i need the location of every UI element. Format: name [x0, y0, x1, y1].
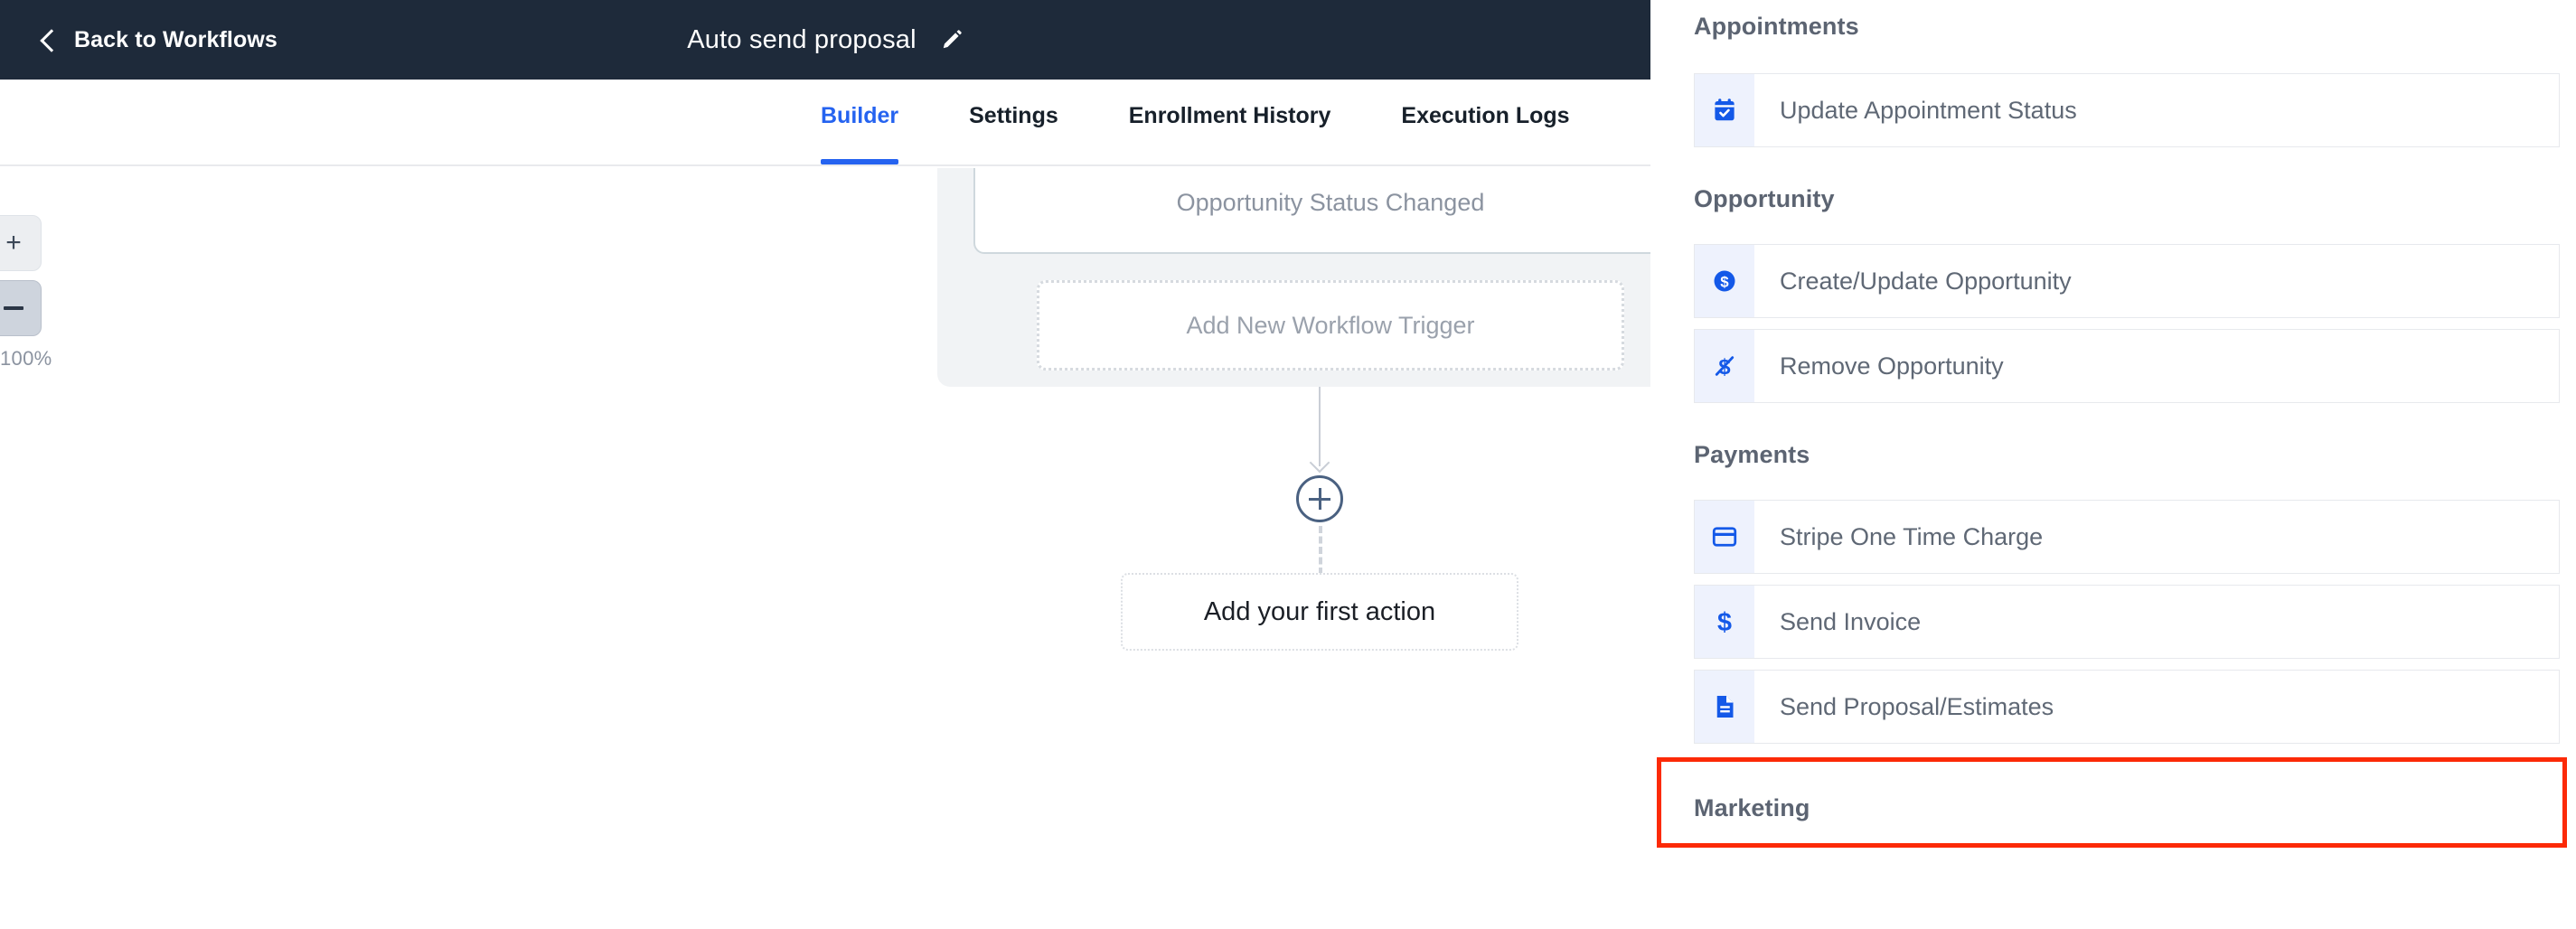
- document-lines-icon: [1695, 671, 1754, 743]
- back-to-workflows-link[interactable]: Back to Workflows: [38, 0, 277, 80]
- connector-line-dashed: [1319, 526, 1322, 575]
- action-item-update-appointment-status[interactable]: Update Appointment Status: [1694, 73, 2560, 147]
- workflow-canvas[interactable]: + 100% Opportunity Status Changed Add Ne…: [0, 168, 1650, 929]
- action-item-remove-opportunity[interactable]: $ Remove Opportunity: [1694, 329, 2560, 403]
- tab-execution-logs[interactable]: Execution Logs: [1401, 80, 1569, 164]
- page-title: Auto send proposal: [687, 24, 917, 54]
- credit-card-icon: [1695, 501, 1754, 573]
- app-top-bar: Back to Workflows Auto send proposal: [0, 0, 1650, 80]
- action-item-stripe-one-time-charge[interactable]: Stripe One Time Charge: [1694, 500, 2560, 574]
- action-label: Send Proposal/Estimates: [1780, 692, 2054, 720]
- svg-text:$: $: [1717, 608, 1732, 635]
- actions-side-panel[interactable]: Appointments Update Appointment Status O…: [1650, 0, 2576, 929]
- action-label: Stripe One Time Charge: [1780, 522, 2044, 550]
- trigger-card-label: Opportunity Status Changed: [1176, 188, 1485, 216]
- workflow-main-area: Back to Workflows Auto send proposal Bui…: [0, 0, 1650, 929]
- tab-row: Builder Settings Enrollment History Exec…: [0, 80, 1570, 164]
- plus-icon-vertical: [1318, 488, 1321, 510]
- dollar-sign-icon: $: [1695, 586, 1754, 658]
- trigger-group: Opportunity Status Changed Add New Workf…: [937, 168, 1650, 387]
- add-your-first-action-node[interactable]: Add your first action: [1121, 573, 1518, 651]
- back-to-workflows-label: Back to Workflows: [74, 26, 277, 52]
- pencil-edit-icon[interactable]: [940, 28, 964, 52]
- connector-arrow-icon: [1310, 455, 1330, 475]
- action-label: Send Invoice: [1780, 607, 1922, 635]
- section-header-payments: Payments: [1694, 441, 1810, 468]
- calendar-check-icon: [1695, 74, 1754, 146]
- section-header-marketing: Marketing: [1694, 794, 1810, 821]
- dollar-slash-icon: $: [1695, 330, 1754, 402]
- trigger-card[interactable]: Opportunity Status Changed: [973, 168, 1650, 254]
- action-item-create-update-opportunity[interactable]: $ Create/Update Opportunity: [1694, 244, 2560, 318]
- first-action-label: Add your first action: [1203, 596, 1436, 626]
- zoom-controls: + 100%: [0, 215, 94, 371]
- minus-icon: [4, 306, 24, 310]
- action-label: Create/Update Opportunity: [1780, 267, 2072, 295]
- action-label: Update Appointment Status: [1780, 96, 2077, 124]
- zoom-level-label: 100%: [0, 347, 52, 370]
- add-new-workflow-trigger-button[interactable]: Add New Workflow Trigger: [1037, 280, 1624, 371]
- zoom-in-button[interactable]: +: [0, 215, 42, 271]
- zoom-out-button[interactable]: [0, 280, 42, 336]
- chevron-left-icon: [38, 30, 58, 50]
- action-item-send-proposal-estimates[interactable]: Send Proposal/Estimates: [1694, 670, 2560, 744]
- add-node-plus-button[interactable]: [1296, 475, 1343, 522]
- svg-text:$: $: [1720, 273, 1729, 290]
- tab-enrollment-history[interactable]: Enrollment History: [1129, 80, 1331, 164]
- action-label: Remove Opportunity: [1780, 352, 2004, 380]
- section-header-opportunity: Opportunity: [1694, 185, 1835, 212]
- tab-bar: Builder Settings Enrollment History Exec…: [0, 80, 1650, 166]
- tab-builder[interactable]: Builder: [821, 80, 899, 164]
- dollar-circle-icon: $: [1695, 245, 1754, 317]
- section-header-appointments: Appointments: [1694, 13, 1859, 40]
- add-trigger-label: Add New Workflow Trigger: [1186, 311, 1475, 339]
- action-item-send-invoice[interactable]: $ Send Invoice: [1694, 585, 2560, 659]
- tab-settings[interactable]: Settings: [969, 80, 1058, 164]
